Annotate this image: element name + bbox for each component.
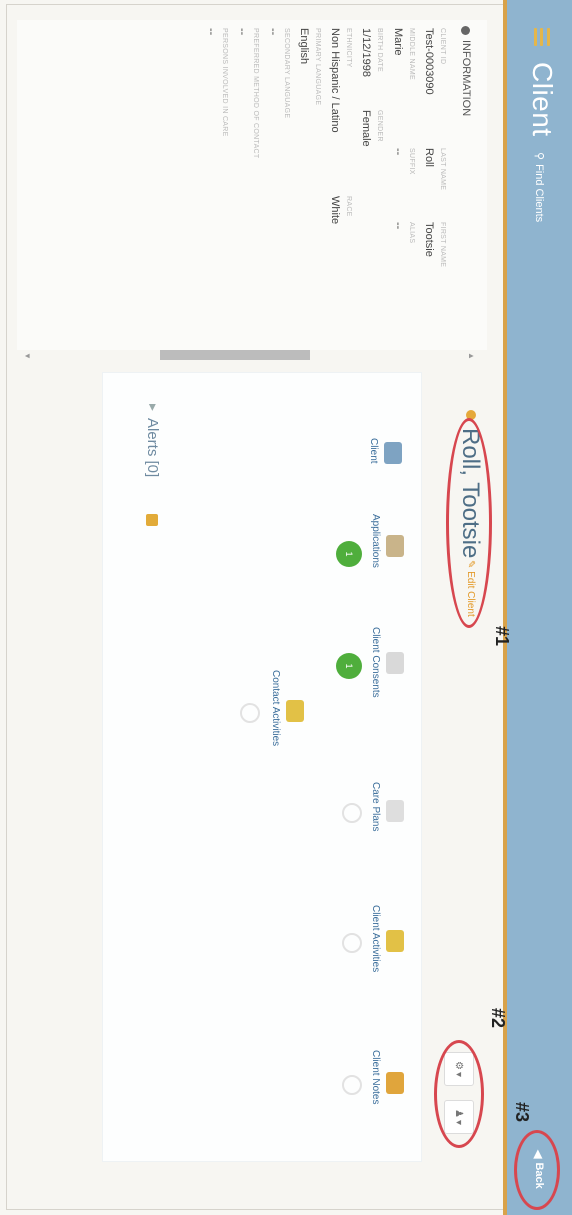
client-activities-status-icon — [342, 933, 362, 953]
applications-icon[interactable] — [386, 535, 404, 557]
label-primary-language: PRIMARY LANGUAGE — [314, 28, 321, 106]
rotated-screenshot: Client ⚲ Find Clients ◀ Back INFORMATION… — [0, 0, 572, 1215]
annotation-oval-3 — [514, 1130, 560, 1210]
info-icon — [461, 26, 471, 35]
alerts-heading[interactable]: Alerts [0] — [144, 418, 161, 477]
tile-client-notes-label[interactable]: Client Notes — [370, 1050, 381, 1104]
label-middle-name: MIDDLE NAME — [408, 28, 415, 80]
label-birth-date: BIRTH DATE — [376, 28, 383, 72]
consents-icon[interactable] — [386, 652, 404, 674]
tile-client-activities-label[interactable]: Client Activities — [370, 905, 381, 972]
value-persons-involved: -- — [205, 28, 217, 36]
consents-count-badge: 1 — [336, 653, 362, 679]
tile-care-plans-label[interactable]: Care Plans — [370, 782, 381, 831]
find-clients-link[interactable]: ⚲ Find Clients — [533, 152, 546, 222]
annotation-oval-1 — [446, 418, 492, 628]
label-ethnicity: ETHNICITY — [345, 28, 352, 68]
contact-activities-icon[interactable] — [286, 700, 304, 722]
tile-client-consents-label[interactable]: Client Consents — [370, 627, 381, 698]
annotation-label-3: #3 — [512, 1102, 532, 1123]
label-last-name: LAST NAME — [439, 148, 446, 191]
hamburger-menu-icon[interactable] — [534, 28, 550, 46]
find-clients-label: Find Clients — [533, 164, 546, 223]
label-suffix: SUFFIX — [408, 148, 415, 175]
value-middle-name: Marie — [392, 28, 404, 56]
contact-activities-status-icon — [240, 703, 260, 723]
value-race: White — [329, 196, 341, 225]
header-accent-line — [503, 0, 507, 1215]
label-gender: GENDER — [376, 110, 383, 142]
value-preferred-contact: -- — [236, 28, 248, 36]
client-card-icon[interactable] — [384, 442, 402, 464]
value-primary-language: English — [298, 28, 310, 65]
label-race: RACE — [345, 196, 352, 217]
label-first-name: FIRST NAME — [439, 222, 446, 268]
scroll-up-arrow-icon[interactable]: ▲ — [467, 352, 476, 360]
value-ethnicity: Non Hispanic / Latino — [329, 28, 341, 133]
information-title: INFORMATION — [460, 40, 472, 117]
scroll-down-arrow-icon[interactable]: ▼ — [23, 352, 32, 360]
label-alias: ALIAS — [408, 222, 415, 244]
client-activities-icon[interactable] — [386, 930, 404, 952]
value-suffix: -- — [392, 148, 404, 156]
care-plans-icon[interactable] — [386, 800, 404, 822]
info-scrollbar-thumb[interactable] — [160, 350, 310, 360]
value-last-name: Roll — [423, 148, 435, 167]
value-alias: -- — [392, 222, 404, 230]
label-client-id: CLIENT ID — [439, 28, 446, 65]
label-secondary-language: SECONDARY LANGUAGE — [283, 28, 290, 119]
information-header[interactable]: INFORMATION — [460, 26, 472, 116]
annotation-oval-2 — [434, 1040, 484, 1148]
value-birth-date: 1/12/1998 — [360, 28, 372, 77]
applications-count-badge: 1 — [336, 541, 362, 567]
tile-contact-activities-label[interactable]: Contact Activities — [270, 670, 281, 746]
alerts-folder-icon — [146, 514, 158, 526]
tile-applications-label[interactable]: Applications — [370, 514, 381, 568]
annotation-label-2: #2 — [488, 1008, 508, 1029]
client-notes-icon[interactable] — [386, 1072, 404, 1094]
value-first-name: Tootsie — [423, 222, 435, 257]
search-icon: ⚲ — [533, 152, 545, 161]
annotation-label-1: #1 — [492, 626, 512, 647]
value-gender: Female — [360, 110, 372, 147]
app-title: Client — [527, 62, 558, 137]
client-dashboard-card — [102, 372, 422, 1162]
label-persons-involved: PERSONS INVOLVED IN CARE — [221, 28, 228, 137]
label-preferred-contact: PREFERRED METHOD OF CONTACT — [252, 28, 259, 159]
tile-client-label[interactable]: Client — [368, 438, 379, 464]
care-plans-status-icon — [342, 803, 362, 823]
client-notes-status-icon — [342, 1075, 362, 1095]
value-secondary-language: -- — [267, 28, 279, 36]
alerts-toggle-icon[interactable]: ▶ — [147, 404, 158, 411]
value-client-id: Test-0003090 — [423, 28, 435, 95]
